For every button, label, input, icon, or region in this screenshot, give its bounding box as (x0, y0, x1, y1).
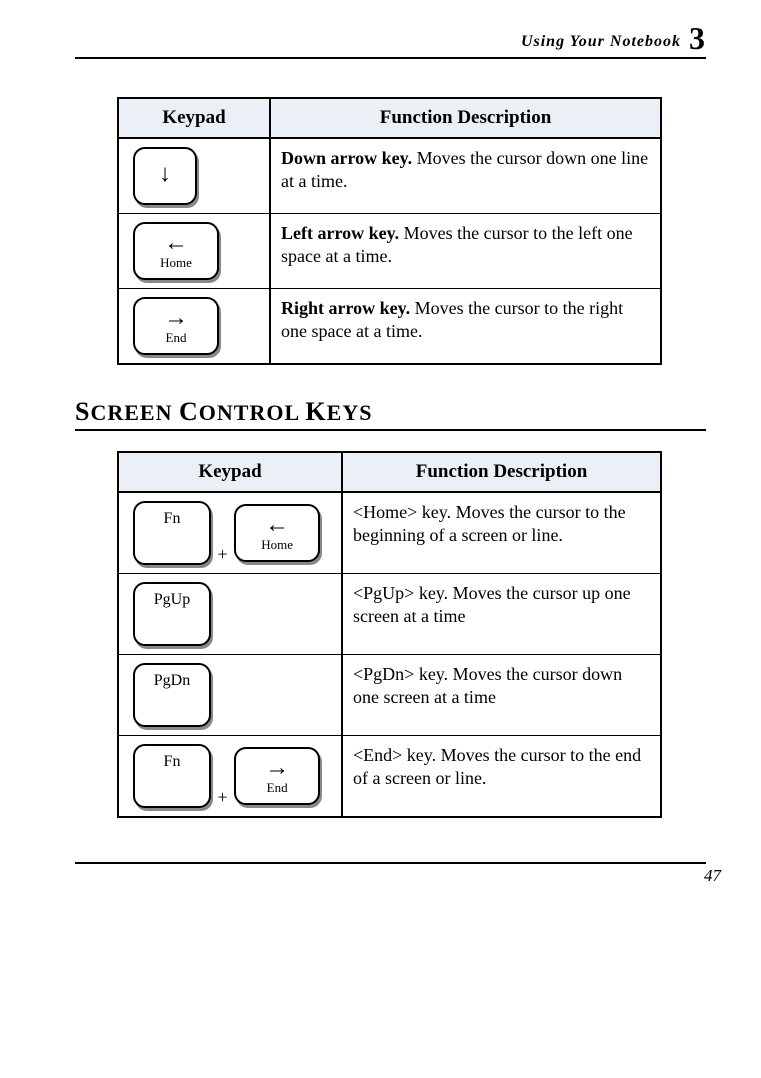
th-function: Function Description (269, 99, 660, 139)
arrow-right-icon: → (164, 304, 188, 331)
cell-desc: <PgUp> key. Moves the cursor up one scre… (341, 573, 660, 654)
cell-desc: <PgDn> key. Moves the cursor down one sc… (341, 654, 660, 735)
chapter-number: 3 (689, 20, 706, 56)
keycombo-fn-home: Fn + ← Home (133, 521, 320, 541)
cell-desc: <End> key. Moves the cursor to the end o… (341, 735, 660, 816)
arrow-left-icon: ← (265, 511, 289, 538)
table-row: Fn + → End <End> key. Moves the cursor t… (119, 735, 660, 816)
table-row: ← Home Left arrow key. Moves the cursor … (119, 213, 660, 288)
running-header: Using Your Notebook 3 (75, 0, 706, 57)
header-rule (75, 57, 706, 59)
keycap-fn: Fn (133, 501, 211, 565)
cell-desc: <Home> key. Moves the cursor to the begi… (341, 493, 660, 573)
keycap-down-arrow: ↓ (133, 147, 197, 205)
keycap-end: → End (234, 747, 320, 805)
table-row: PgDn <PgDn> key. Moves the cursor down o… (119, 654, 660, 735)
screen-control-table: Keypad Function Description Fn + ← Home … (117, 451, 662, 818)
table-row: PgUp <PgUp> key. Moves the cursor up one… (119, 573, 660, 654)
arrow-right-icon: → (265, 754, 289, 781)
cell-desc: Left arrow key. Moves the cursor to the … (269, 213, 660, 288)
running-title: Using Your Notebook (521, 33, 681, 50)
plus-icon: + (216, 786, 230, 809)
th-keypad: Keypad (119, 453, 341, 493)
keycap-pgup: PgUp (133, 582, 211, 646)
th-function: Function Description (341, 453, 660, 493)
page-number: 47 (0, 866, 761, 898)
cell-desc: Down arrow key. Moves the cursor down on… (269, 139, 660, 213)
table-row: ↓ Down arrow key. Moves the cursor down … (119, 139, 660, 213)
keycap-home: ← Home (234, 504, 320, 562)
footer-rule (75, 862, 706, 864)
th-keypad: Keypad (119, 99, 269, 139)
arrow-left-icon: ← (164, 229, 188, 256)
keycombo-fn-end: Fn + → End (133, 764, 320, 784)
section-heading: SCREEN CONTROL KEYS (75, 397, 706, 431)
cell-desc: Right arrow key. Moves the cursor to the… (269, 288, 660, 363)
cursor-keys-table: Keypad Function Description ↓ Down arrow… (117, 97, 662, 365)
keycap-right-arrow-end: → End (133, 297, 219, 355)
keycap-left-arrow-home: ← Home (133, 222, 219, 280)
keycap-pgdn: PgDn (133, 663, 211, 727)
table-row: → End Right arrow key. Moves the cursor … (119, 288, 660, 363)
table-row: Fn + ← Home <Home> key. Moves the cursor… (119, 493, 660, 573)
keycap-fn: Fn (133, 744, 211, 808)
arrow-down-icon: ↓ (159, 160, 171, 187)
plus-icon: + (216, 543, 230, 566)
